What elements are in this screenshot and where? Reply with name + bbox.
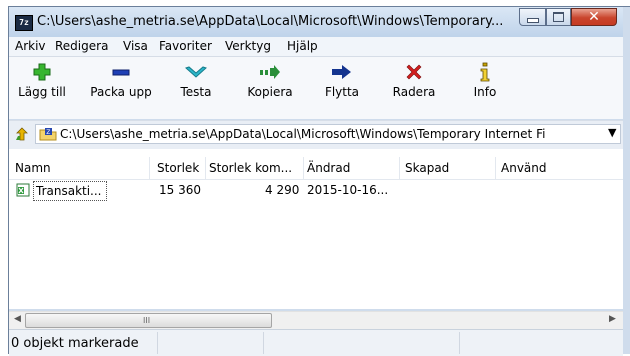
status-divider (157, 332, 158, 354)
up-arrow-icon (16, 127, 28, 141)
scrollbar-grip: III (143, 316, 151, 325)
close-icon: ✕ (588, 9, 600, 25)
move-button[interactable]: Flytta (315, 61, 369, 115)
sevenzip-app-icon[interactable]: 7z (15, 15, 33, 31)
column-created[interactable]: Skapad (405, 161, 449, 175)
maximize-button[interactable] (546, 8, 571, 26)
column-packed-size[interactable]: Storlek kom... (209, 161, 292, 175)
info-icon (480, 62, 490, 82)
file-modified: 2015-10-16... (307, 183, 389, 197)
window-title: C:\Users\ashe_metria.se\AppData\Local\Mi… (37, 14, 504, 29)
address-bar: Z C:\Users\ashe_metria.se\AppData\Local\… (9, 120, 623, 150)
extract-icon (112, 69, 130, 76)
column-divider (399, 157, 400, 179)
copy-button[interactable]: Kopiera (237, 61, 303, 115)
address-field[interactable]: Z C:\Users\ashe_metria.se\AppData\Local\… (35, 124, 621, 144)
title-bar[interactable]: 7z C:\Users\ashe_metria.se\AppData\Local… (9, 7, 623, 37)
info-button[interactable]: Info (465, 61, 505, 115)
column-divider (303, 157, 304, 179)
copy-label: Kopiera (247, 85, 293, 99)
add-button[interactable]: Lägg till (9, 61, 75, 115)
sevenzip-window: 7z C:\Users\ashe_metria.se\AppData\Local… (8, 6, 630, 356)
file-list[interactable]: Namn Storlek Storlek kom... Ändrad Skapa… (9, 149, 623, 309)
file-packed-size: 4 290 (265, 183, 300, 197)
column-size[interactable]: Storlek (157, 161, 199, 175)
column-modified[interactable]: Ändrad (307, 161, 350, 175)
chevron-down-icon[interactable]: ▼ (608, 126, 616, 139)
extract-button[interactable]: Packa upp (85, 61, 157, 115)
status-text: 0 objekt markerade (11, 336, 139, 351)
add-label: Lägg till (18, 85, 66, 99)
extract-label: Packa upp (90, 85, 152, 99)
minimize-button[interactable] (519, 8, 546, 26)
move-label: Flytta (324, 85, 360, 99)
minimize-icon (526, 17, 539, 23)
info-label: Info (473, 85, 497, 99)
scrollbar-thumb[interactable]: III (25, 313, 272, 328)
status-divider (459, 332, 460, 354)
move-icon (332, 65, 351, 79)
address-path: C:\Users\ashe_metria.se\AppData\Local\Mi… (60, 127, 546, 141)
test-button[interactable]: Testa (169, 61, 223, 115)
menu-verktyg[interactable]: Verktyg (225, 39, 271, 53)
folder-icon: Z (39, 127, 57, 144)
horizontal-scrollbar[interactable]: ◀ III ▶ (9, 311, 623, 329)
menu-visa[interactable]: Visa (123, 39, 148, 53)
column-name[interactable]: Namn (15, 161, 51, 175)
file-size: 15 360 (159, 183, 201, 197)
delete-button[interactable]: Radera (385, 61, 443, 115)
menu-arkiv[interactable]: Arkiv (15, 39, 46, 53)
delete-label: Radera (392, 85, 436, 99)
close-button[interactable]: ✕ (571, 8, 617, 26)
delete-icon (406, 64, 422, 80)
menu-favoriter[interactable]: Favoriter (159, 39, 212, 53)
column-divider (495, 157, 496, 179)
maximize-icon (553, 12, 564, 22)
svg-text:Z: Z (46, 129, 50, 136)
add-icon (33, 63, 51, 81)
menu-redigera[interactable]: Redigera (55, 39, 108, 53)
status-bar: 0 objekt markerade (9, 329, 623, 356)
table-row[interactable]: Transakti... 15 360 4 290 2015-10-16... (9, 181, 623, 201)
menu-hjalp[interactable]: Hjälp (287, 39, 318, 53)
scroll-left-icon[interactable]: ◀ (14, 314, 21, 324)
file-name[interactable]: Transakti... (33, 181, 107, 201)
test-icon (185, 66, 207, 78)
up-folder-button[interactable] (15, 127, 29, 144)
column-divider (205, 157, 206, 179)
column-header-row: Namn Storlek Storlek kom... Ändrad Skapa… (9, 157, 623, 180)
test-label: Testa (180, 85, 212, 99)
excel-file-icon (16, 183, 30, 200)
toolbar: Lägg till Packa upp Testa Kopiera Flytta… (9, 57, 623, 119)
column-divider (149, 157, 150, 179)
scroll-right-icon[interactable]: ▶ (609, 314, 616, 324)
menu-bar: Arkiv Redigera Visa Favoriter Verktyg Hj… (9, 37, 623, 57)
status-divider (263, 332, 264, 354)
column-accessed[interactable]: Använd (501, 161, 547, 175)
copy-icon (260, 65, 280, 79)
